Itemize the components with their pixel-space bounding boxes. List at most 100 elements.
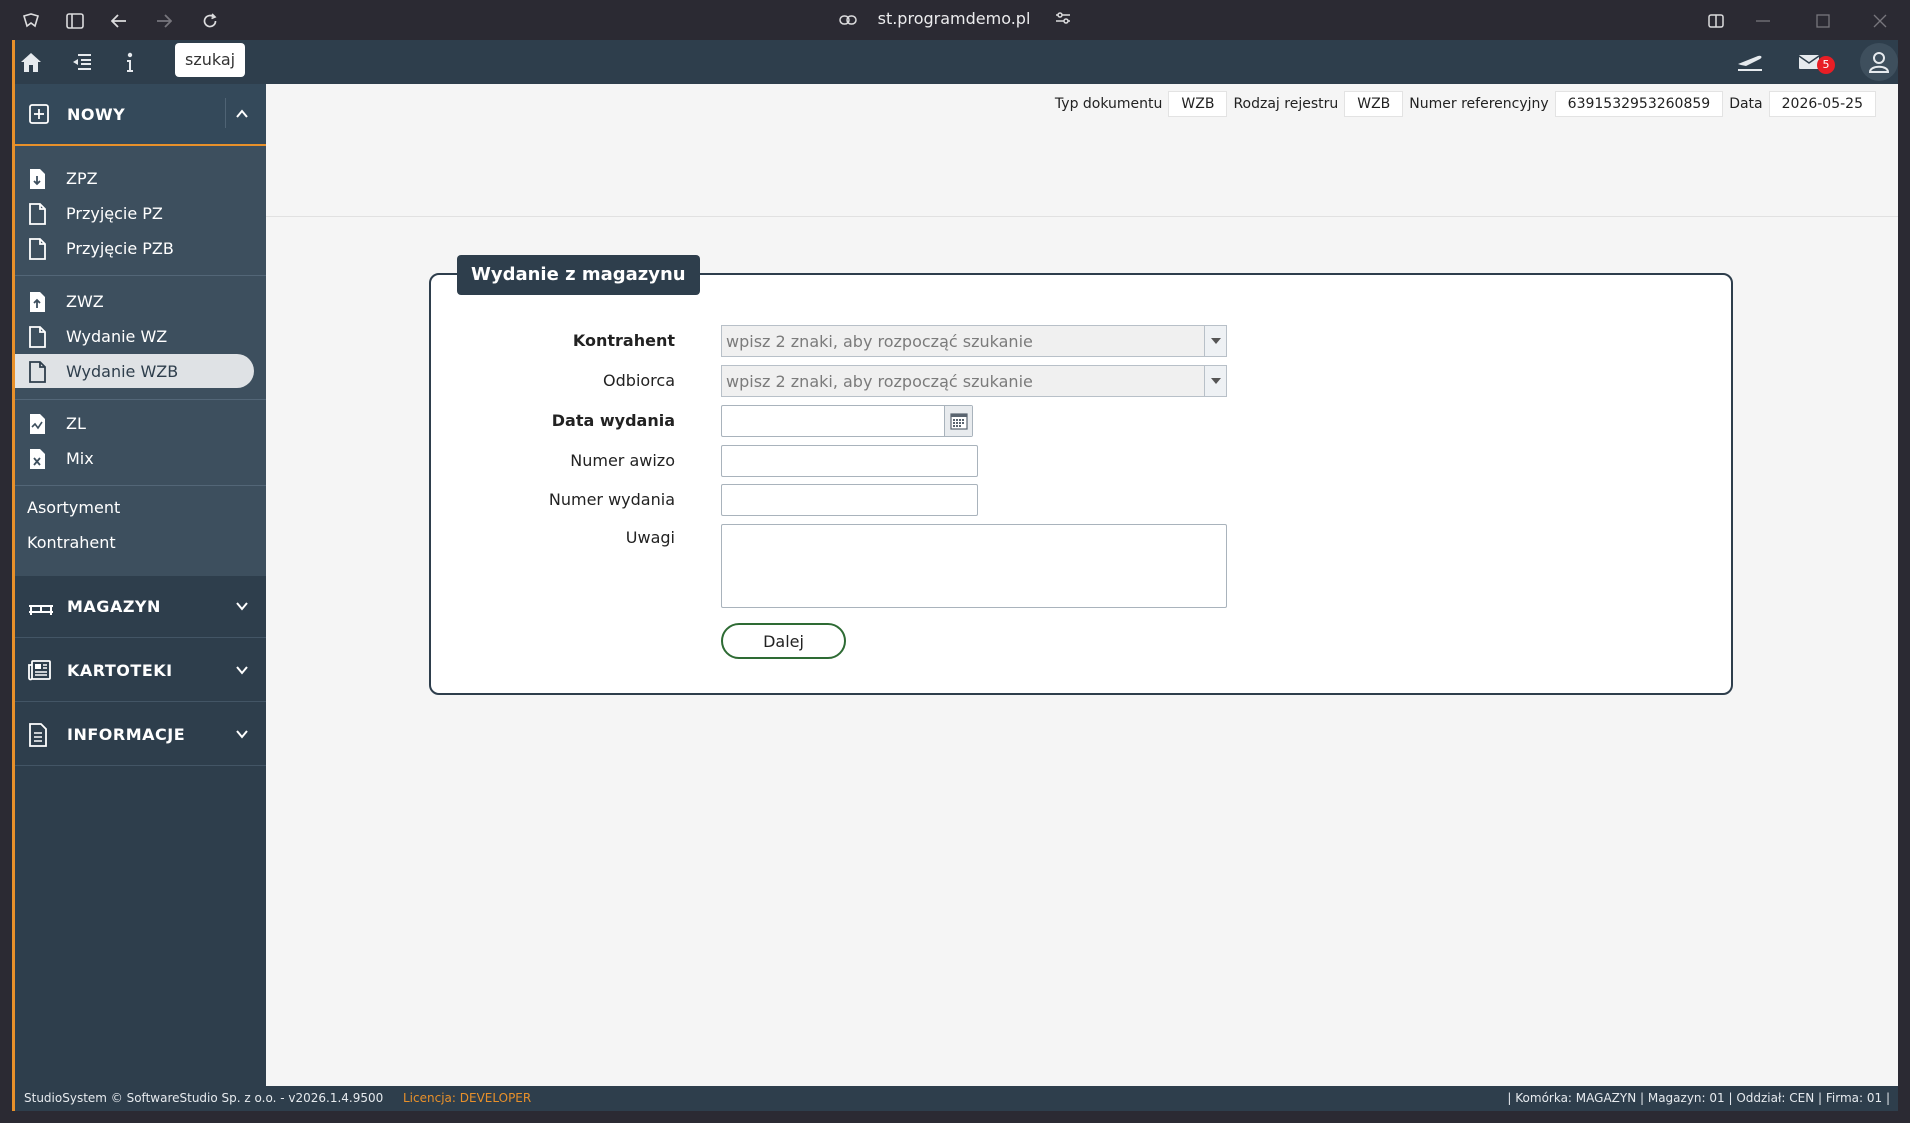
sidebar-item-wydanie-wz[interactable]: Wydanie WZ bbox=[14, 319, 254, 353]
numer-referencyjny-label: Numer referencyjny bbox=[1409, 96, 1549, 112]
status-footer: StudioSystem © SoftwareStudio Sp. z o.o.… bbox=[12, 1086, 1898, 1111]
section-informacje-label: INFORMACJE bbox=[67, 725, 186, 744]
sidebar-item-label: Przyjęcie PZ bbox=[66, 203, 163, 223]
address-bar[interactable]: st.programdemo.pl bbox=[0, 9, 1910, 29]
license-text: Licencja: DEVELOPER bbox=[403, 1091, 532, 1105]
plus-square-icon bbox=[28, 103, 52, 127]
divider bbox=[266, 216, 1898, 217]
document-download-icon bbox=[28, 168, 46, 190]
divider bbox=[12, 399, 266, 400]
newspaper-icon bbox=[28, 659, 52, 683]
reload-icon[interactable] bbox=[199, 10, 221, 32]
back-icon[interactable] bbox=[108, 10, 130, 32]
document-icon bbox=[28, 238, 46, 260]
data-wydania-label: Data wydania bbox=[551, 411, 675, 430]
uwagi-textarea[interactable] bbox=[721, 524, 1227, 608]
sidebar-item-mix[interactable]: Mix bbox=[14, 441, 254, 475]
section-magazyn-label: MAGAZYN bbox=[67, 597, 161, 616]
link-icon bbox=[838, 10, 857, 29]
sidebar-item-label: Mix bbox=[66, 448, 94, 468]
document-header-info: Typ dokumentu WZB Rodzaj rejestru WZB Nu… bbox=[1053, 91, 1876, 117]
collapse-menu-icon[interactable] bbox=[68, 48, 96, 76]
sidebar-link-asortyment[interactable]: Asortyment bbox=[27, 498, 120, 517]
data-label: Data bbox=[1729, 96, 1763, 112]
chevron-down-icon[interactable] bbox=[234, 662, 250, 678]
sidebar-item-label: Wydanie WZB bbox=[66, 361, 179, 381]
sidebar-item-label: ZL bbox=[66, 413, 86, 433]
calendar-icon[interactable] bbox=[944, 406, 972, 436]
chevron-down-icon[interactable] bbox=[234, 726, 250, 742]
sidebar-toggle-icon[interactable] bbox=[64, 10, 86, 32]
section-nowy-header[interactable]: NOWY bbox=[12, 84, 266, 146]
sidebar-item-zwz[interactable]: ZWZ bbox=[14, 284, 254, 318]
split-view-icon[interactable] bbox=[1705, 10, 1727, 32]
context-info: | Komórka: MAGAZYN | Magazyn: 01 | Oddzi… bbox=[1507, 1091, 1890, 1105]
odbiorca-placeholder: wpisz 2 znaki, aby rozpocząć szukanie bbox=[726, 372, 1033, 391]
sidebar: NOWY ZPZ Przyjęcie PZ Przyjęcie PZB ZWZ … bbox=[12, 84, 266, 1086]
document-text-icon bbox=[28, 723, 52, 747]
section-informacje-header[interactable]: INFORMACJE bbox=[12, 704, 266, 766]
dalej-button[interactable]: Dalej bbox=[721, 623, 846, 659]
copyright-text: StudioSystem © SoftwareStudio Sp. z o.o.… bbox=[24, 1091, 384, 1105]
kontrahent-label: Kontrahent bbox=[572, 331, 675, 350]
numer-awizo-input[interactable] bbox=[721, 445, 978, 477]
data-value: 2026-05-25 bbox=[1768, 91, 1876, 117]
browser-logo-icon[interactable] bbox=[20, 10, 42, 32]
sidebar-item-zpz[interactable]: ZPZ bbox=[14, 161, 254, 195]
app-topbar: szukaj 5 bbox=[12, 40, 1898, 84]
numer-wydania-input[interactable] bbox=[721, 484, 978, 516]
user-avatar-icon[interactable] bbox=[1860, 43, 1898, 81]
sidebar-item-przyjecie-pz[interactable]: Przyjęcie PZ bbox=[14, 196, 254, 230]
numer-awizo-label: Numer awizo bbox=[570, 451, 675, 470]
dropdown-arrow-icon[interactable] bbox=[1204, 326, 1226, 356]
typ-dokumentu-value: WZB bbox=[1168, 91, 1228, 117]
section-magazyn-header[interactable]: MAGAZYN bbox=[12, 576, 266, 638]
forward-icon[interactable] bbox=[153, 10, 175, 32]
divider bbox=[12, 485, 266, 486]
minimize-icon[interactable] bbox=[1752, 10, 1774, 32]
search-button[interactable]: szukaj bbox=[175, 43, 246, 77]
sidebar-item-label: ZWZ bbox=[66, 291, 104, 311]
url-text[interactable]: st.programdemo.pl bbox=[878, 9, 1031, 28]
document-icon bbox=[28, 326, 46, 348]
sidebar-item-label: Przyjęcie PZB bbox=[66, 238, 174, 258]
kontrahent-combobox[interactable]: wpisz 2 znaki, aby rozpocząć szukanie bbox=[721, 325, 1227, 357]
mail-count-badge: 5 bbox=[1817, 56, 1835, 74]
plane-takeoff-icon[interactable] bbox=[1736, 48, 1764, 76]
odbiorca-combobox[interactable]: wpisz 2 znaki, aby rozpocząć szukanie bbox=[721, 365, 1227, 397]
form-title: Wydanie z magazynu bbox=[457, 255, 700, 295]
maximize-icon[interactable] bbox=[1812, 10, 1834, 32]
dropdown-arrow-icon[interactable] bbox=[1204, 366, 1226, 396]
chevron-up-icon[interactable] bbox=[234, 106, 250, 122]
sidebar-link-kontrahent[interactable]: Kontrahent bbox=[27, 533, 116, 552]
app-window: szukaj 5 NOWY ZPZ Przyjęcie PZ Przyjęcie… bbox=[12, 40, 1898, 1111]
shelf-icon bbox=[28, 595, 53, 619]
data-wydania-input[interactable] bbox=[721, 405, 973, 437]
browser-toolbar: st.programdemo.pl bbox=[0, 0, 1910, 40]
rodzaj-rejestru-value: WZB bbox=[1344, 91, 1404, 117]
document-upload-icon bbox=[28, 291, 46, 313]
divider bbox=[12, 275, 266, 276]
accent-edge bbox=[12, 40, 15, 1111]
issue-form-card: Wydanie z magazynu Kontrahent wpisz 2 zn… bbox=[429, 255, 1733, 695]
info-icon[interactable] bbox=[116, 48, 144, 76]
section-kartoteki-header[interactable]: KARTOTEKI bbox=[12, 640, 266, 702]
chevron-down-icon[interactable] bbox=[234, 598, 250, 614]
uwagi-label: Uwagi bbox=[625, 528, 675, 547]
home-icon[interactable] bbox=[17, 48, 45, 76]
typ-dokumentu-label: Typ dokumentu bbox=[1054, 96, 1163, 112]
site-settings-icon[interactable] bbox=[1055, 10, 1071, 29]
document-icon bbox=[28, 361, 46, 383]
sidebar-item-przyjecie-pzb[interactable]: Przyjęcie PZB bbox=[14, 231, 254, 265]
sidebar-item-wydanie-wzb[interactable]: Wydanie WZB bbox=[14, 354, 254, 388]
sidebar-item-zl[interactable]: ZL bbox=[14, 406, 254, 440]
nowy-submenu: ZPZ Przyjęcie PZ Przyjęcie PZB ZWZ Wydan… bbox=[12, 146, 266, 576]
section-nowy-label: NOWY bbox=[67, 104, 126, 124]
kontrahent-placeholder: wpisz 2 znaki, aby rozpocząć szukanie bbox=[726, 332, 1033, 351]
odbiorca-label: Odbiorca bbox=[603, 371, 675, 390]
section-kartoteki-label: KARTOTEKI bbox=[67, 661, 173, 680]
close-window-icon[interactable] bbox=[1869, 10, 1891, 32]
document-x-icon bbox=[28, 448, 46, 470]
document-icon bbox=[28, 203, 46, 225]
sidebar-item-label: ZPZ bbox=[66, 168, 98, 188]
